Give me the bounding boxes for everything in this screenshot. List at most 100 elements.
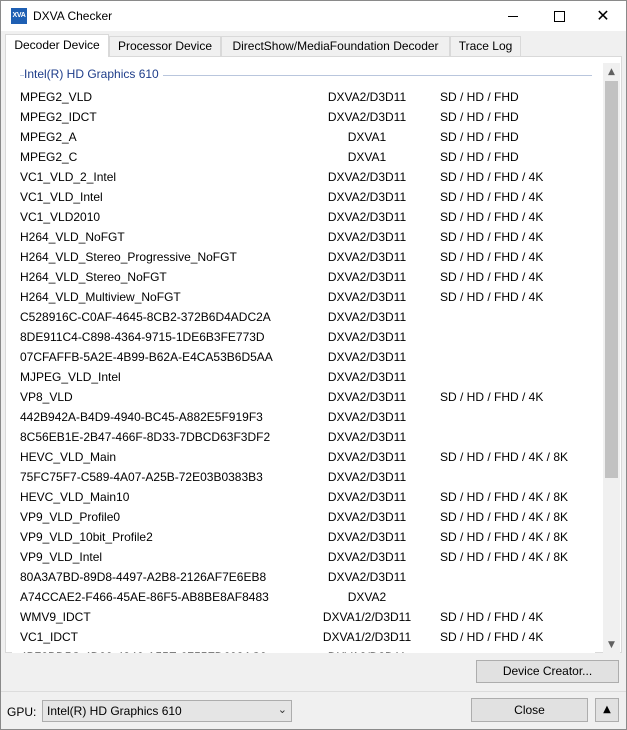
decoder-name: MPEG2_A	[20, 130, 77, 144]
decoder-resolutions: SD / HD / FHD	[440, 150, 519, 164]
decoder-resolutions: SD / HD / FHD / 4K / 8K	[440, 490, 569, 504]
list-item[interactable]: MJPEG_VLD_Intel DXVA2/D3D11	[12, 367, 595, 387]
decoder-resolutions: SD / HD / FHD / 4K	[440, 250, 544, 264]
tab-bar: Decoder Device Processor Device DirectSh…	[5, 34, 622, 57]
list-item[interactable]: VC1_VLD_Intel DXVA2/D3D11 SD / HD / FHD / …	[12, 187, 595, 207]
decoder-api: DXVA2/D3D11	[327, 450, 407, 464]
decoder-resolutions: SD / HD / FHD / 4K / 8K	[440, 510, 569, 524]
tab-trace-log[interactable]: Trace Log	[450, 36, 521, 56]
list-item[interactable]: H264_VLD_NoFGT DXVA2/D3D11 SD / HD / FHD /…	[12, 227, 595, 247]
decoder-name: VC1_VLD_Intel	[20, 190, 103, 204]
close-window-button[interactable]: ✕	[580, 1, 626, 31]
list-item[interactable]: VC1_VLD_2_Intel DXVA2/D3D11 SD / HD / FHD …	[12, 167, 595, 187]
list-item[interactable]: VP9_VLD_Intel DXVA2/D3D11 SD / HD / FHD / …	[12, 547, 595, 567]
decoder-name: VP9_VLD_Intel	[20, 550, 103, 564]
tab-processor-device[interactable]: Processor Device	[109, 36, 221, 56]
minimize-button[interactable]	[490, 1, 536, 31]
decoder-resolutions: SD / HD / FHD / 4K / 8K	[440, 530, 569, 544]
scroll-down-icon[interactable]: ▼	[603, 636, 620, 653]
list-item[interactable]: 8C56EB1E-2B47-466F-8D33-7DBCD63F3DF2 DXVA…	[12, 427, 595, 447]
list-item[interactable]: 442B942A-B4D9-4940-BC45-A882E5F919F3 DXVA…	[12, 407, 595, 427]
list-item[interactable]: WMV9_IDCT DXVA1/2/D3D11 SD / HD / FHD / 4K	[12, 607, 595, 627]
gpu-select[interactable]: Intel(R) HD Graphics 610 ⌄	[42, 700, 292, 722]
list-item[interactable]: A74CCAE2-F466-45AE-86F5-AB8BE8AF8483 DXVA…	[12, 587, 595, 607]
expand-up-icon[interactable]: ▲	[595, 698, 619, 722]
decoder-api: DXVA2/D3D11	[327, 550, 407, 564]
decoder-name: 07CFAFFB-5A2E-4B99-B62A-E4CA53B6D5AA	[20, 350, 273, 364]
decoder-api: DXVA2/D3D11	[327, 430, 407, 444]
decoder-name: H264_VLD_Stereo_Progressive_NoFGT	[20, 250, 237, 264]
list-item[interactable]: 4B73BD5C-4D99-4346-A55E-0755FD693AC9 DXVA…	[12, 647, 595, 653]
scroll-thumb[interactable]	[605, 81, 618, 478]
vertical-scrollbar[interactable]: ▲ ▼	[603, 63, 620, 653]
footer-divider	[1, 691, 626, 692]
decoder-name: 4B73BD5C-4D99-4346-A55E-0755FD693AC9	[20, 647, 267, 653]
decoder-api: DXVA1/2/D3D11	[322, 610, 412, 624]
list-item[interactable]: H264_VLD_Stereo_Progressive_NoFGT DXVA2/D…	[12, 247, 595, 267]
decoder-name: MJPEG_VLD_Intel	[20, 370, 121, 384]
decoder-api: DXVA2/D3D11	[327, 510, 407, 524]
decoder-api: DXVA2/D3D11	[327, 250, 407, 264]
decoder-api: DXVA2/D3D11	[327, 490, 407, 504]
list-item[interactable]: VP9_VLD_Profile0 DXVA2/D3D11 SD / HD / FHD…	[12, 507, 595, 527]
list-item[interactable]: 80A3A7BD-89D8-4497-A2B8-2126AF7E6EB8 DXVA…	[12, 567, 595, 587]
close-icon: ✕	[596, 6, 610, 25]
decoder-name: 8C56EB1E-2B47-466F-8D33-7DBCD63F3DF2	[20, 430, 271, 444]
decoder-api: DXVA1	[347, 130, 387, 144]
list-item[interactable]: 8DE911C4-C898-4364-9715-1DE6B3FE773D DXVA…	[12, 327, 595, 347]
list-item[interactable]: MPEG2_C DXVA1 SD / HD / FHD	[12, 147, 595, 167]
list-item[interactable]: VP9_VLD_10bit_Profile2 DXVA2/D3D11 SD / HD…	[12, 527, 595, 547]
list-item[interactable]: MPEG2_A DXVA1 SD / HD / FHD	[12, 127, 595, 147]
decoder-resolutions: SD / HD / FHD / 4K	[440, 230, 544, 244]
list-item[interactable]: H264_VLD_Multiview_NoFGT DXVA2/D3D11 SD / …	[12, 287, 595, 307]
app-window: XVA DXVA Checker ✕ Decoder Device Proces…	[0, 0, 627, 730]
decoder-api: DXVA2	[347, 590, 387, 604]
list-item[interactable]: VP8_VLD DXVA2/D3D11 SD / HD / FHD / 4K	[12, 387, 595, 407]
list-item[interactable]: C528916C-C0AF-4645-8CB2-372B6D4ADC2A DXVA…	[12, 307, 595, 327]
decoder-name: VP8_VLD	[20, 390, 73, 404]
decoder-resolutions: SD / HD / FHD	[440, 110, 519, 124]
decoder-name: VP9_VLD_Profile0	[20, 510, 121, 524]
decoder-name: MPEG2_VLD	[20, 90, 93, 104]
decoder-api: DXVA2/D3D11	[327, 270, 407, 284]
decoder-name: VP9_VLD_10bit_Profile2	[20, 530, 153, 544]
decoder-api: DXVA2/D3D11	[327, 570, 407, 584]
decoder-api: DXVA2/D3D11	[327, 350, 407, 364]
decoder-list[interactable]: Intel(R) HD Graphics 610 MPEG2_VLD DXVA2/…	[12, 63, 595, 653]
tab-decoder-device[interactable]: Decoder Device	[5, 34, 109, 57]
close-button[interactable]: Close	[471, 698, 588, 722]
list-item[interactable]: MPEG2_IDCT DXVA2/D3D11 SD / HD / FHD	[12, 107, 595, 127]
decoder-resolutions: SD / HD / FHD / 4K	[440, 290, 544, 304]
list-item[interactable]: H264_VLD_Stereo_NoFGT DXVA2/D3D11 SD / HD …	[12, 267, 595, 287]
decoder-resolutions: SD / HD / FHD / 4K / 8K	[440, 450, 569, 464]
decoder-api: DXVA2/D3D11	[327, 290, 407, 304]
decoder-api: DXVA1/2/D3D11	[322, 630, 412, 644]
list-item[interactable]: VC1_VLD2010 DXVA2/D3D11 SD / HD / FHD / 4K	[12, 207, 595, 227]
list-item[interactable]: MPEG2_VLD DXVA2/D3D11 SD / HD / FHD	[12, 87, 595, 107]
decoder-name: HEVC_VLD_Main	[20, 450, 117, 464]
maximize-button[interactable]	[536, 1, 582, 31]
title-bar: XVA DXVA Checker ✕	[1, 1, 626, 31]
decoder-name: MPEG2_IDCT	[20, 110, 97, 124]
decoder-api: DXVA2/D3D11	[327, 470, 407, 484]
decoder-name: C528916C-C0AF-4645-8CB2-372B6D4ADC2A	[20, 310, 271, 324]
decoder-api: DXVA2/D3D11	[327, 190, 407, 204]
tab-directshow-mediafoundation-decoder[interactable]: DirectShow/MediaFoundation Decoder	[221, 36, 450, 56]
decoder-api: DXVA2/D3D11	[327, 210, 407, 224]
scroll-up-icon[interactable]: ▲	[603, 63, 620, 80]
decoder-api: DXVA1	[347, 150, 387, 164]
decoder-resolutions: SD / HD / FHD / 4K	[440, 390, 544, 404]
list-item[interactable]: 07CFAFFB-5A2E-4B99-B62A-E4CA53B6D5AA DXVA…	[12, 347, 595, 367]
decoder-name: H264_VLD_Stereo_NoFGT	[20, 270, 167, 284]
decoder-name: 442B942A-B4D9-4940-BC45-A882E5F919F3	[20, 410, 263, 424]
device-creator-button[interactable]: Device Creator...	[476, 660, 619, 683]
list-item[interactable]: 75FC75F7-C589-4A07-A25B-72E03B0383B3 DXVA…	[12, 467, 595, 487]
list-item[interactable]: HEVC_VLD_Main DXVA2/D3D11 SD / HD / FHD / …	[12, 447, 595, 467]
list-item[interactable]: VC1_IDCT DXVA1/2/D3D11 SD / HD / FHD / 4K	[12, 627, 595, 647]
decoder-resolutions: SD / HD / FHD / 4K	[440, 270, 544, 284]
decoder-api: DXVA2/D3D11	[327, 230, 407, 244]
list-item[interactable]: HEVC_VLD_Main10 DXVA2/D3D11 SD / HD / FHD …	[12, 487, 595, 507]
decoder-resolutions: SD / HD / FHD / 4K / 8K	[440, 550, 569, 564]
decoder-api: DXVA2/D3D11	[327, 410, 407, 424]
decoder-resolutions: SD / HD / FHD / 4K	[440, 630, 544, 644]
